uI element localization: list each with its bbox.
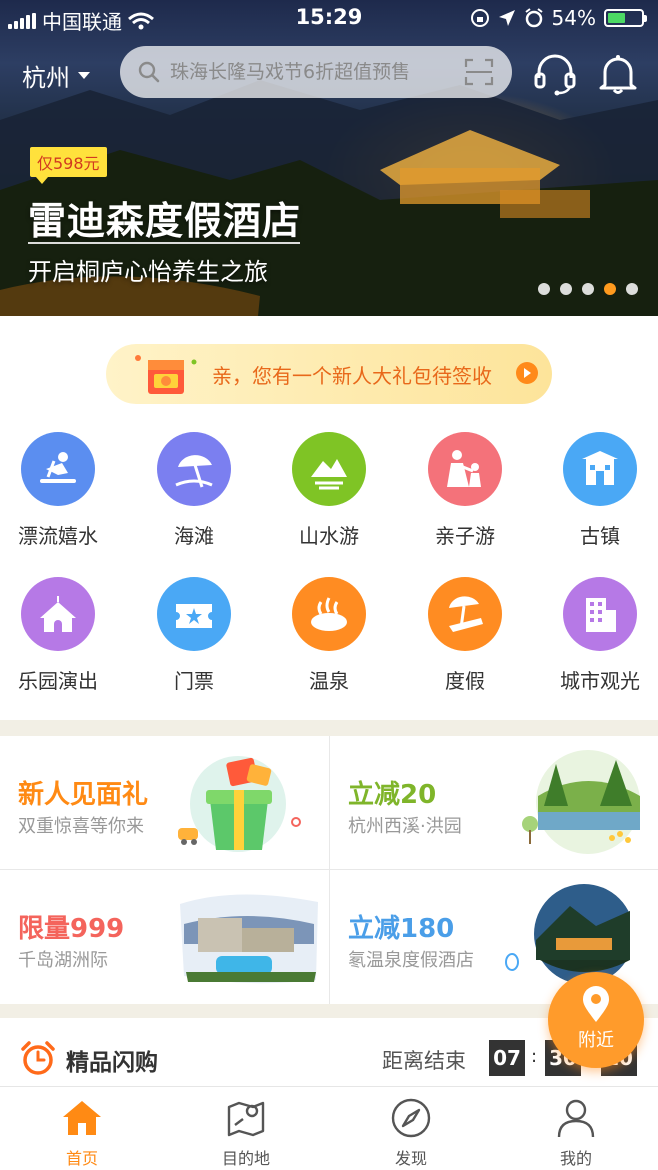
hero-banner[interactable]: 中国联通 15:29 54% 杭州 珠海长隆马戏节6折超值预售 仅598元 雷迪…	[0, 0, 658, 316]
vacation-icon	[428, 577, 502, 651]
carousel-dot[interactable]	[582, 283, 594, 295]
search-icon	[138, 61, 160, 83]
category-rafting[interactable]: 漂流嬉水	[0, 432, 124, 549]
hero-divider	[28, 242, 300, 244]
price-tag: 仅598元	[30, 147, 107, 184]
promo-subtitle: 千岛湖洲际	[18, 950, 108, 971]
countdown-hours: 07	[489, 1040, 525, 1076]
new-user-gift-banner[interactable]: 亲，您有一个新人大礼包待签收	[106, 344, 552, 404]
category-label: 亲子游	[435, 524, 495, 548]
promo-divider-horizontal	[0, 869, 658, 870]
hero-subtitle: 开启桐庐心怡养生之旅	[28, 258, 268, 286]
category-tickets[interactable]: 门票	[128, 577, 260, 694]
flash-sale-title: 精品闪购	[66, 1050, 158, 1076]
bottom-tab-bar: 首页 目的地 发现 我的	[0, 1086, 658, 1170]
mountain-icon	[292, 432, 366, 506]
chevron-down-icon	[78, 72, 90, 79]
carousel-dot-active[interactable]	[604, 283, 616, 295]
alarm-clock-icon	[21, 1041, 55, 1075]
carousel-dot[interactable]	[626, 283, 638, 295]
promo-title: 立减20	[348, 780, 437, 810]
promo-card-xixi[interactable]: 立减20 杭州西溪·洪园	[330, 736, 658, 870]
ticket-icon	[157, 577, 231, 651]
category-label: 漂流嬉水	[18, 524, 98, 548]
amusement-park-icon	[21, 577, 95, 651]
location-pin-icon	[583, 986, 609, 1022]
category-label: 温泉	[309, 669, 349, 693]
promo-divider-vertical	[329, 736, 330, 1004]
tab-label: 我的	[559, 1149, 592, 1168]
hero-title: 雷迪森度假酒店	[28, 199, 302, 243]
category-label: 古镇	[580, 524, 620, 548]
home-icon	[63, 1101, 101, 1135]
category-label: 乐园演出	[18, 669, 98, 693]
promo-subtitle: 杭州西溪·洪园	[348, 816, 462, 837]
battery-icon	[604, 9, 647, 27]
tab-discover[interactable]: 发现	[329, 1087, 493, 1170]
tab-home[interactable]: 首页	[0, 1087, 164, 1170]
gift-illustration	[178, 756, 301, 852]
family-icon	[428, 432, 502, 506]
category-label: 海滩	[174, 524, 214, 548]
xixi-scenery-illustration	[522, 750, 640, 854]
promo-card-new-user[interactable]: 新人见面礼 双重惊喜等你来	[0, 736, 329, 870]
category-label: 城市观光	[560, 669, 640, 693]
status-right: 54%	[470, 6, 647, 30]
carousel-dot[interactable]	[538, 283, 550, 295]
location-arrow-icon	[498, 10, 515, 26]
category-label: 门票	[174, 669, 214, 693]
category-amusement-park[interactable]: 乐园演出	[0, 577, 124, 694]
countdown-label: 距离结束	[382, 1049, 466, 1073]
rafting-icon	[21, 432, 95, 506]
category-vacation[interactable]: 度假	[399, 577, 531, 694]
beach-icon	[157, 432, 231, 506]
tab-profile[interactable]: 我的	[494, 1087, 658, 1170]
category-label: 山水游	[299, 524, 359, 548]
category-hot-spring[interactable]: 温泉	[263, 577, 395, 694]
section-divider	[0, 720, 658, 736]
old-town-icon	[563, 432, 637, 506]
promo-title: 限量999	[18, 914, 125, 944]
countdown-colon: :	[531, 1046, 538, 1067]
category-city-tour[interactable]: 城市观光	[534, 577, 658, 694]
nearby-button[interactable]: 附近	[548, 972, 644, 1068]
alarm-icon	[524, 8, 543, 28]
profile-icon	[557, 1099, 595, 1138]
chevron-right-icon[interactable]	[516, 362, 538, 384]
category-landscape[interactable]: 山水游	[263, 432, 395, 549]
notification-bell-icon[interactable]	[596, 52, 640, 96]
lake-resort-illustration	[180, 894, 318, 984]
tab-destination[interactable]: 目的地	[164, 1087, 328, 1170]
promo-card-qiandao-lake[interactable]: 限量999 千岛湖洲际	[0, 870, 329, 1004]
city-selector[interactable]: 杭州	[22, 58, 90, 93]
city-tour-icon	[563, 577, 637, 651]
gift-banner-text: 亲，您有一个新人大礼包待签收	[212, 364, 492, 388]
map-icon	[227, 1101, 265, 1137]
promo-title: 立减180	[348, 914, 455, 944]
battery-percent: 54%	[551, 6, 596, 30]
customer-service-icon[interactable]	[533, 52, 577, 96]
search-bar[interactable]	[120, 46, 512, 98]
search-input[interactable]	[170, 61, 464, 83]
category-beach[interactable]: 海滩	[128, 432, 260, 549]
city-label: 杭州	[22, 64, 70, 92]
carousel-dot[interactable]	[560, 283, 572, 295]
rotation-lock-icon	[470, 9, 489, 27]
compass-icon	[391, 1098, 431, 1138]
status-bar: 中国联通 15:29 54%	[0, 0, 658, 36]
category-family[interactable]: 亲子游	[399, 432, 531, 549]
hot-spring-icon	[292, 577, 366, 651]
tab-label: 目的地	[221, 1149, 270, 1168]
promo-subtitle: 双重惊喜等你来	[18, 816, 144, 837]
gift-box-icon	[135, 355, 197, 394]
scan-icon[interactable]	[464, 58, 494, 86]
category-old-town[interactable]: 古镇	[534, 432, 658, 549]
nearby-label: 附近	[578, 1030, 614, 1051]
category-label: 度假	[445, 669, 485, 693]
tab-label: 首页	[65, 1149, 98, 1168]
promo-title: 新人见面礼	[18, 780, 149, 810]
carousel-indicator	[538, 283, 638, 295]
promo-subtitle: 氡温泉度假酒店	[348, 950, 474, 971]
tab-label: 发现	[394, 1149, 427, 1168]
